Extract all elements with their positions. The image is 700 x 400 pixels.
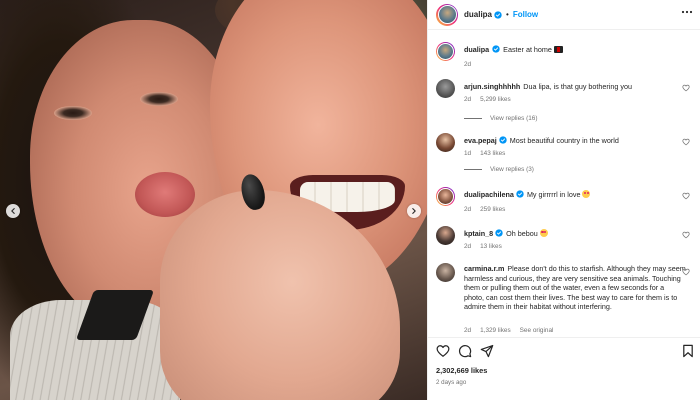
comment-likes[interactable]: 143 likes xyxy=(480,150,505,157)
caption-time: 2d xyxy=(464,61,472,68)
instagram-post-view: dualipa • Follow dualipa Easter at home xyxy=(0,0,700,400)
share-icon[interactable] xyxy=(480,344,494,358)
photo-lips xyxy=(135,172,195,217)
comment-like-heart-icon[interactable] xyxy=(682,231,690,239)
chevron-right-icon xyxy=(412,208,416,214)
next-photo-button[interactable] xyxy=(407,204,421,218)
follow-button[interactable]: Follow xyxy=(513,10,538,19)
comment-like-heart-icon[interactable] xyxy=(682,268,690,276)
comment-likes[interactable]: 259 likes xyxy=(480,206,505,213)
commenter-avatar[interactable] xyxy=(436,79,455,98)
post-timestamp: 2 days ago xyxy=(436,379,467,386)
commenter-avatar[interactable] xyxy=(436,226,455,245)
comment-time: 2d xyxy=(464,96,472,103)
verified-badge-icon xyxy=(494,10,502,19)
comment-text: My girrrrrl in love xyxy=(526,190,581,199)
comment-username[interactable]: arjun.singhhhhh xyxy=(464,82,520,91)
previous-photo-button[interactable] xyxy=(6,204,20,218)
post-likes-count[interactable]: 2,302,669 likes xyxy=(436,366,487,375)
heart-eyes-emoji xyxy=(582,190,591,198)
comment-username[interactable]: dualipachilena xyxy=(464,190,514,199)
view-replies-button[interactable]: View replies (3) xyxy=(464,166,534,173)
comment-meta: 2d 13 likes xyxy=(464,243,511,250)
post-header: dualipa • Follow xyxy=(428,0,700,30)
comment-text: Most beautiful country in the world xyxy=(509,136,619,145)
verified-badge-icon xyxy=(516,190,524,198)
caption-body: dualipa Easter at home xyxy=(464,45,686,55)
author-username[interactable]: dualipa xyxy=(464,10,492,19)
comment-meta: 2d 1,329 likes See original xyxy=(464,327,562,334)
caption-meta: 2d xyxy=(464,61,480,68)
view-replies-label: View replies (3) xyxy=(490,166,534,173)
comment-likes[interactable]: 13 likes xyxy=(480,243,502,250)
comment-like-heart-icon[interactable] xyxy=(682,84,690,92)
comment-time: 2d xyxy=(464,243,472,250)
comment-username[interactable]: kptain_8 xyxy=(464,229,493,238)
photo-eye xyxy=(54,106,92,120)
comment-body: carmina.r.m Please don't do this to starf… xyxy=(464,264,686,312)
caption-username[interactable]: dualipa xyxy=(464,45,489,54)
photo-eye xyxy=(140,92,178,106)
commenter-avatar[interactable] xyxy=(436,187,455,206)
comment-like-heart-icon[interactable] xyxy=(682,192,690,200)
heart-eyes-emoji xyxy=(539,229,548,237)
verified-badge-icon xyxy=(495,229,503,237)
caption-text: Easter at home xyxy=(503,45,552,54)
bookmark-icon[interactable] xyxy=(681,344,695,358)
more-options-icon[interactable] xyxy=(681,10,693,14)
comment-icon[interactable] xyxy=(458,344,472,358)
chevron-left-icon xyxy=(11,208,15,214)
comment-body: dualipachilena My girrrrrl in love xyxy=(464,190,686,200)
commenter-avatar[interactable] xyxy=(436,133,455,152)
view-replies-label: View replies (16) xyxy=(490,115,538,122)
comment-body: eva.pepaj Most beautiful country in the w… xyxy=(464,136,686,146)
comment-meta: 2d 5,299 likes xyxy=(464,96,520,103)
comment-time: 2d xyxy=(464,327,472,334)
post-photo[interactable] xyxy=(0,0,427,400)
replies-line xyxy=(464,118,482,119)
header-separator: • xyxy=(506,10,509,19)
caption-avatar[interactable] xyxy=(436,42,455,61)
heart-icon[interactable] xyxy=(436,344,450,358)
comment-text: Oh bebou xyxy=(506,229,538,238)
comment-meta: 1d 143 likes xyxy=(464,150,514,157)
comment-body: kptain_8 Oh bebou xyxy=(464,229,686,239)
see-original-link[interactable]: See original xyxy=(520,327,554,334)
commenter-avatar[interactable] xyxy=(436,263,455,282)
comment-text: Dua lipa, is that guy bothering you xyxy=(523,82,632,91)
author-avatar[interactable] xyxy=(436,3,458,26)
comment-time: 2d xyxy=(464,206,472,213)
replies-line xyxy=(464,169,482,170)
post-actions: 2,302,669 likes 2 days ago xyxy=(428,337,700,400)
comment-username[interactable]: eva.pepaj xyxy=(464,136,497,145)
comment-body: arjun.singhhhhh Dua lipa, is that guy bot… xyxy=(464,82,686,92)
verified-badge-icon xyxy=(492,45,500,53)
flag-emoji xyxy=(553,46,563,53)
comment-time: 1d xyxy=(464,150,472,157)
comment-username[interactable]: carmina.r.m xyxy=(464,264,504,273)
comment-likes[interactable]: 5,299 likes xyxy=(480,96,511,103)
view-replies-button[interactable]: View replies (16) xyxy=(464,115,537,122)
comment-meta: 2d 259 likes xyxy=(464,206,514,213)
post-side-panel: dualipa • Follow dualipa Easter at home xyxy=(427,0,700,400)
verified-badge-icon xyxy=(499,136,507,144)
comment-like-heart-icon[interactable] xyxy=(682,138,690,146)
comment-likes[interactable]: 1,329 likes xyxy=(480,327,511,334)
